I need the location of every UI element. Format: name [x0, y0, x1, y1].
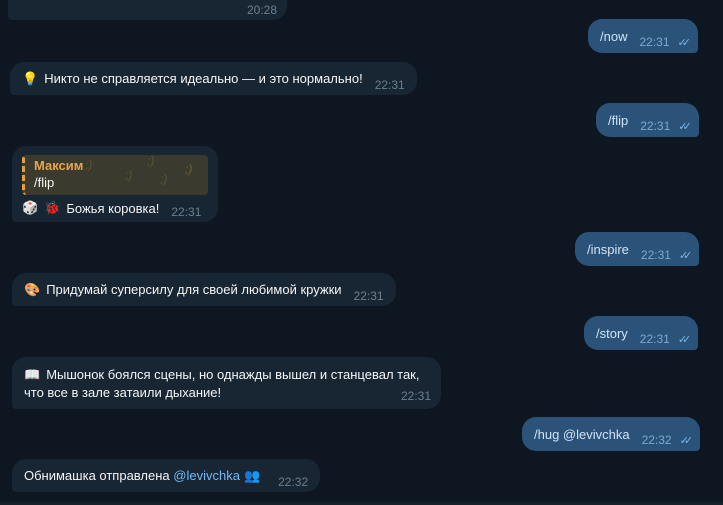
message-outgoing[interactable]: /story 22:31 ✓✓	[584, 316, 699, 350]
user-mention-link[interactable]: @levivchka	[173, 468, 240, 483]
message-time: 20:28	[246, 3, 277, 17]
message-incoming[interactable]: 📖 Мышонок боялся сцены, но однажды вышел …	[12, 357, 441, 409]
message-time: 22:31	[640, 248, 671, 262]
message-outgoing[interactable]: /now 22:31 ✓✓	[588, 19, 698, 53]
message-outgoing[interactable]: /inspire 22:31 ✓✓	[575, 232, 700, 266]
double-check-icon: ✓✓	[678, 120, 692, 133]
message-text: Никто не справляется идеально — и это но…	[44, 71, 363, 86]
message-text-line: Мышонок боялся сцены, но однажды вышел и…	[46, 367, 420, 382]
message-text: /inspire	[587, 241, 629, 257]
lightbulb-icon: 💡	[22, 70, 39, 86]
message-text: /flip	[608, 112, 629, 128]
ladybug-icon: 🐞	[44, 200, 61, 215]
book-icon: 📖	[24, 367, 41, 382]
message-text-line: что все в зале затаили дыхание!	[24, 385, 222, 400]
double-check-icon: ✓✓	[677, 36, 692, 49]
reply-text: /flip	[34, 175, 55, 190]
message-incoming-partial[interactable]: 20:28	[8, 0, 287, 20]
people-hug-icon: 👥	[243, 467, 261, 483]
pattern: ;)	[125, 168, 133, 182]
message-incoming[interactable]: 💡 Никто не справляется идеально — и это …	[10, 62, 417, 95]
message-time: 22:31	[639, 35, 670, 49]
pattern: ;)	[185, 162, 193, 176]
message-time: 22:31	[640, 119, 671, 133]
message-incoming[interactable]: 🎨 Придумай суперсилу для своей любимой к…	[12, 273, 396, 306]
double-check-icon: ✓✓	[677, 333, 692, 346]
message-incoming[interactable]: Обнимашка отправлена @levivchka 👥 22:32	[12, 459, 321, 492]
message-outgoing[interactable]: /flip 22:31 ✓✓	[596, 103, 699, 137]
message-text: Придумай суперсилу для своей любимой кру…	[46, 282, 342, 297]
double-check-icon: ✓✓	[678, 249, 693, 262]
message-text: Обнимашка отправлена	[24, 468, 170, 483]
message-text: Божья коровка!	[66, 200, 160, 216]
message-outgoing[interactable]: /hug @levivchka 22:32 ✓✓	[522, 417, 701, 451]
message-time: 22:31	[639, 332, 670, 346]
message-time: 22:31	[374, 77, 405, 92]
message-time: 22:31	[171, 205, 202, 219]
reply-quote[interactable]: ;) ;) ;) ;) ;) Максим /flip	[22, 154, 208, 195]
message-text: /now	[600, 28, 628, 44]
message-text: /hug @levivchka	[534, 426, 630, 442]
pattern: ;)	[147, 154, 155, 168]
double-check-icon: ✓✓	[679, 434, 694, 447]
message-time: 22:32	[278, 474, 309, 489]
pattern: ;)	[160, 172, 168, 186]
message-time: 22:31	[353, 288, 384, 303]
palette-icon: 🎨	[24, 281, 41, 297]
message-time: 22:31	[400, 389, 431, 403]
reply-author: Максим	[34, 158, 84, 173]
message-incoming-reply[interactable]: ;) ;) ;) ;) ;) Максим /flip 🎲 🐞 Божья ко…	[12, 146, 218, 222]
dice-icon: 🎲	[22, 200, 39, 215]
message-text: /story	[596, 325, 628, 341]
pattern: ;)	[85, 158, 93, 172]
message-time: 22:32	[641, 433, 672, 447]
